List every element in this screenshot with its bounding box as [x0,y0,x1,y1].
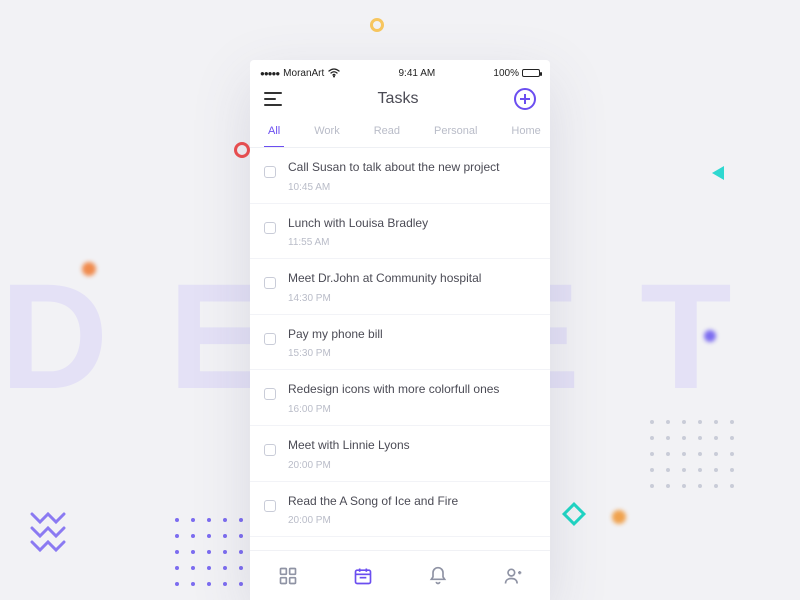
task-time: 15:30 PM [288,348,536,359]
add-task-button[interactable] [514,88,536,110]
battery-icon [522,69,540,77]
task-checkbox[interactable] [264,222,276,234]
task-checkbox[interactable] [264,388,276,400]
task-row[interactable]: Meet Dr.John at Community hospital 14:30 … [250,259,550,315]
app-header: Tasks [250,82,550,116]
task-row[interactable]: Pay my phone bill 15:30 PM [250,315,550,371]
task-time: 11:55 AM [288,237,536,248]
task-title: Meet with Linnie Lyons [288,438,536,454]
task-title: Call Susan to talk about the new project [288,160,536,176]
status-right: 100% [493,68,540,79]
tab-all[interactable]: All [264,116,284,148]
page-title: Tasks [378,90,419,108]
wifi-icon [328,68,340,78]
task-content: Call Susan to talk about the new project… [288,160,536,193]
task-checkbox[interactable] [264,333,276,345]
bottom-nav [250,550,550,600]
status-left: ●●●●● MoranArt [260,68,340,79]
tab-read[interactable]: Read [370,116,404,148]
task-title: Meet Dr.John at Community hospital [288,271,536,287]
task-checkbox[interactable] [264,500,276,512]
tab-personal[interactable]: Personal [430,116,481,148]
task-title: Redesign icons with more colorfull ones [288,382,536,398]
signal-dots-icon: ●●●●● [260,69,279,78]
tab-home[interactable]: Home [507,116,544,148]
status-bar: ●●●●● MoranArt 9:41 AM 100% [250,60,550,82]
task-row[interactable]: Lunch with Louisa Bradley 11:55 AM [250,204,550,260]
task-row[interactable]: Read the A Song of Ice and Fire 20:00 PM [250,482,550,538]
deco-dot-orange-1 [82,262,96,276]
deco-dotgrid-grey [650,420,740,494]
deco-ring-yellow [370,18,384,32]
task-time: 14:30 PM [288,293,536,304]
task-checkbox[interactable] [264,166,276,178]
task-list[interactable]: Call Susan to talk about the new project… [250,148,550,550]
phone-frame: ●●●●● MoranArt 9:41 AM 100% Tasks All Wor… [250,60,550,600]
task-content: Lunch with Louisa Bradley 11:55 AM [288,216,536,249]
task-content: Redesign icons with more colorfull ones 1… [288,382,536,415]
task-row[interactable]: Redesign icons with more colorfull ones 1… [250,370,550,426]
category-tabs: All Work Read Personal Home [250,116,550,148]
nav-notifications[interactable] [427,565,449,587]
task-checkbox[interactable] [264,444,276,456]
task-time: 20:00 PM [288,460,536,471]
task-content: Meet Dr.John at Community hospital 14:30 … [288,271,536,304]
deco-ring-red [234,142,250,158]
status-time: 9:41 AM [399,68,436,79]
deco-zigzag [30,508,76,563]
nav-calendar[interactable] [352,565,374,587]
task-title: Pay my phone bill [288,327,536,343]
task-content: Read the A Song of Ice and Fire 20:00 PM [288,494,536,527]
task-time: 20:00 PM [288,515,536,526]
menu-button[interactable] [264,92,282,106]
nav-profile[interactable] [502,565,524,587]
task-title: Lunch with Louisa Bradley [288,216,536,232]
task-content: Pay my phone bill 15:30 PM [288,327,536,360]
deco-diamond [560,500,588,533]
battery-label: 100% [493,68,519,79]
nav-apps[interactable] [277,565,299,587]
task-title: Read the A Song of Ice and Fire [288,494,536,510]
deco-dot-purple [704,330,716,342]
task-time: 10:45 AM [288,182,536,193]
deco-dot-orange-2 [612,510,626,524]
deco-triangle [712,166,726,185]
task-content: Meet with Linnie Lyons 20:00 PM [288,438,536,471]
tab-work[interactable]: Work [310,116,343,148]
task-checkbox[interactable] [264,277,276,289]
carrier-label: MoranArt [283,68,324,79]
task-time: 16:00 PM [288,404,536,415]
task-row[interactable]: Call Susan to talk about the new project… [250,148,550,204]
task-row[interactable]: Meet with Linnie Lyons 20:00 PM [250,426,550,482]
